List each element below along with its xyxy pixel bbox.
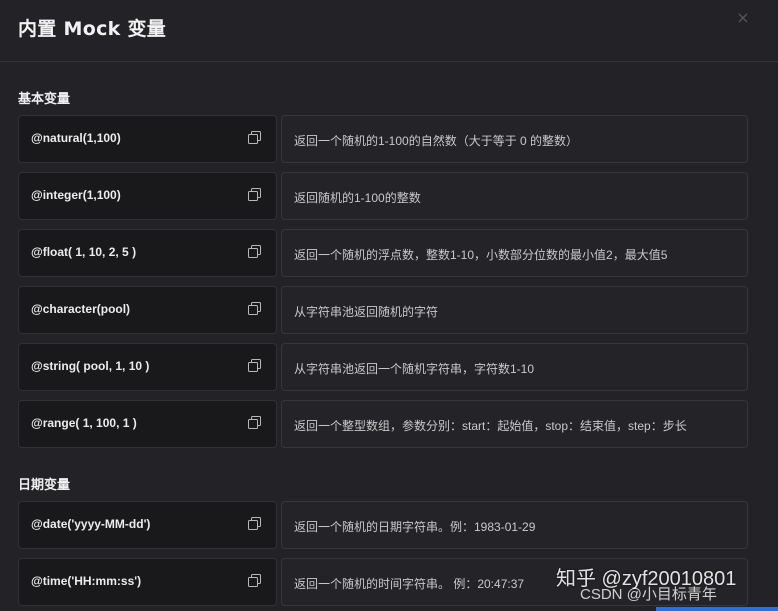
variable-cell: @time('HH:mm:ss')	[18, 558, 277, 606]
description-cell: 返回一个随机的1-100的自然数（大于等于 0 的整数）	[281, 115, 748, 163]
variable-name: @range( 1, 100, 1 )	[31, 416, 137, 430]
variable-cell: @float( 1, 10, 2, 5 )	[18, 229, 277, 277]
variable-row: @integer(1,100) 返回随机的1-100的整数	[18, 172, 748, 220]
watermark-csdn: CSDN @小目标青年	[580, 586, 717, 603]
description-cell: 返回一个随机的浮点数，整数1-10，小数部分位数的最小值2，最大值5	[281, 229, 748, 277]
description-cell: 从字符串池返回一个随机字符串，字符数1-10	[281, 343, 748, 391]
variable-description: 返回随机的1-100的整数	[294, 191, 421, 205]
variable-description: 返回一个随机的日期字符串。例：1983-01-29	[294, 520, 536, 534]
variable-row: @character(pool) 从字符串池返回随机的字符	[18, 286, 748, 334]
copy-icon[interactable]	[248, 416, 262, 430]
variable-cell: @date('yyyy-MM-dd')	[18, 501, 277, 549]
bottom-accent-bar	[656, 607, 778, 611]
variable-description: 返回一个随机的1-100的自然数（大于等于 0 的整数）	[294, 134, 579, 148]
variable-row: @range( 1, 100, 1 ) 返回一个整型数组，参数分别：start：…	[18, 400, 748, 448]
variable-cell: @natural(1,100)	[18, 115, 277, 163]
variable-cell: @range( 1, 100, 1 )	[18, 400, 277, 448]
close-icon[interactable]: ×	[733, 8, 753, 28]
variable-row: @date('yyyy-MM-dd') 返回一个随机的日期字符串。例：1983-…	[18, 501, 748, 549]
copy-icon[interactable]	[248, 302, 262, 316]
variable-name: @time('HH:mm:ss')	[31, 574, 142, 588]
copy-icon[interactable]	[248, 131, 262, 145]
variable-row: @string( pool, 1, 10 ) 从字符串池返回一个随机字符串，字符…	[18, 343, 748, 391]
dialog-title: 内置 Mock 变量	[18, 18, 167, 40]
variable-row: @float( 1, 10, 2, 5 ) 返回一个随机的浮点数，整数1-10，…	[18, 229, 748, 277]
variable-name: @string( pool, 1, 10 )	[31, 359, 150, 373]
variable-description: 返回一个随机的浮点数，整数1-10，小数部分位数的最小值2，最大值5	[294, 248, 668, 262]
variable-name: @date('yyyy-MM-dd')	[31, 517, 151, 531]
section-title-basic: 基本变量	[18, 92, 71, 107]
variable-row: @natural(1,100) 返回一个随机的1-100的自然数（大于等于 0 …	[18, 115, 748, 163]
variable-name: @float( 1, 10, 2, 5 )	[31, 245, 137, 259]
variable-description: 从字符串池返回一个随机字符串，字符数1-10	[294, 362, 535, 376]
description-cell: 返回随机的1-100的整数	[281, 172, 748, 220]
variable-description: 返回一个随机的时间字符串。 例：20:47:37	[294, 577, 525, 591]
variable-name: @integer(1,100)	[31, 188, 121, 202]
dialog-header: 内置 Mock 变量 ×	[0, 0, 778, 62]
variable-cell: @integer(1,100)	[18, 172, 277, 220]
description-cell: 从字符串池返回随机的字符	[281, 286, 748, 334]
variable-description: 返回一个整型数组，参数分别：start：起始值，stop：结束值，step：步长	[294, 419, 687, 433]
description-cell: 返回一个随机的日期字符串。例：1983-01-29	[281, 501, 748, 549]
copy-icon[interactable]	[248, 188, 262, 202]
copy-icon[interactable]	[248, 359, 262, 373]
variable-name: @character(pool)	[31, 302, 131, 316]
variable-name: @natural(1,100)	[31, 131, 121, 145]
description-cell: 返回一个整型数组，参数分别：start：起始值，stop：结束值，step：步长	[281, 400, 748, 448]
mock-variables-dialog: 内置 Mock 变量 × 基本变量 @natural(1,100) 返回一个随机…	[0, 0, 778, 611]
copy-icon[interactable]	[248, 245, 262, 259]
variable-cell: @string( pool, 1, 10 )	[18, 343, 277, 391]
copy-icon[interactable]	[248, 574, 262, 588]
variable-cell: @character(pool)	[18, 286, 277, 334]
copy-icon[interactable]	[248, 517, 262, 531]
variable-description: 从字符串池返回随机的字符	[294, 305, 439, 319]
section-title-date: 日期变量	[18, 478, 71, 493]
